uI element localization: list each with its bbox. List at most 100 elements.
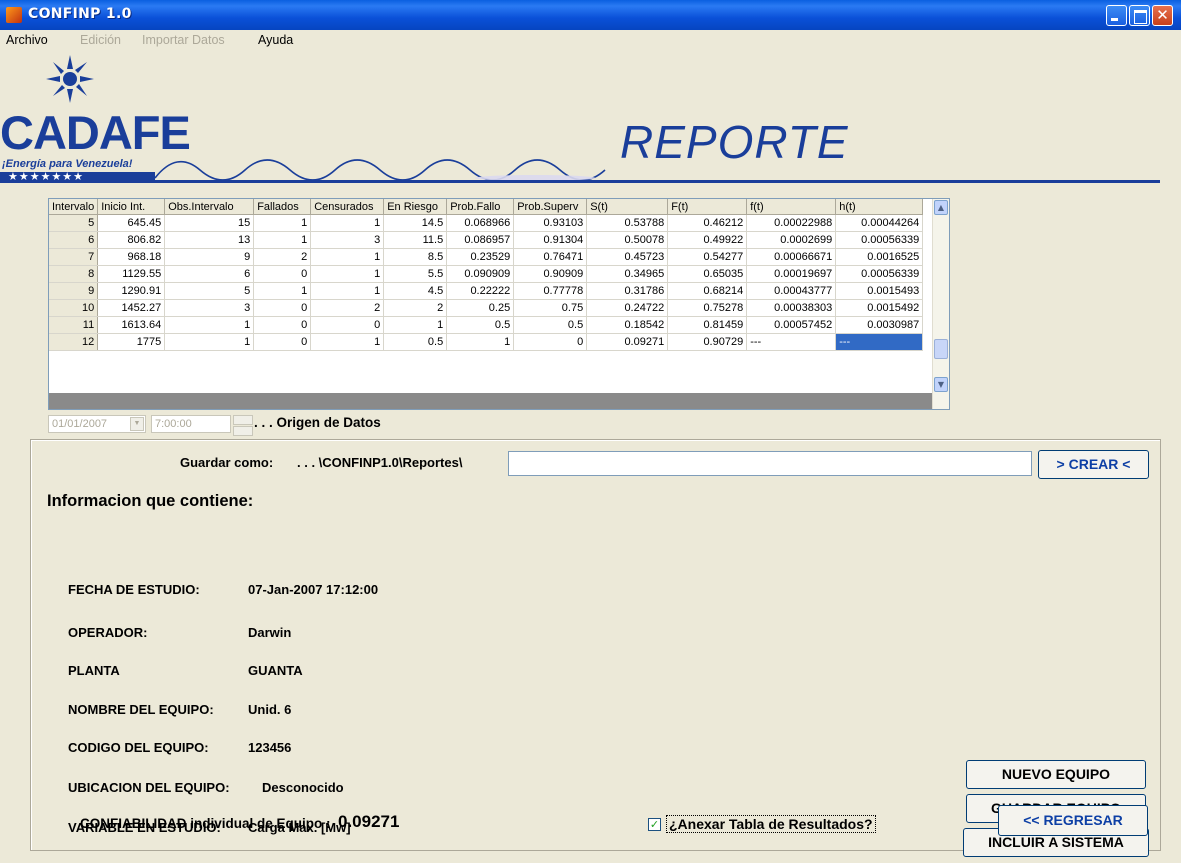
table-cell[interactable]: 0.0015492 <box>835 299 924 317</box>
table-cell[interactable]: 1 <box>310 282 385 300</box>
table-cell[interactable]: 1290.91 <box>97 282 166 300</box>
table-cell[interactable]: 0.90729 <box>667 333 748 351</box>
regresar-button[interactable]: << REGRESAR <box>998 805 1148 836</box>
table-cell[interactable]: 6 <box>164 265 255 283</box>
table-cell[interactable]: 0.49922 <box>667 231 748 249</box>
menu-importar-datos[interactable]: Importar Datos <box>142 33 225 47</box>
table-cell[interactable]: 0 <box>253 265 312 283</box>
table-cell[interactable]: 1775 <box>97 333 166 351</box>
table-row[interactable]: 5 645.45 15 1 1 14.5 0.068966 0.93103 0.53788 0.4… <box>49 214 924 232</box>
table-cell[interactable]: 5 <box>164 282 255 300</box>
table-cell[interactable]: 0.0030987 <box>835 316 924 334</box>
table-cell[interactable]: 0 <box>253 333 312 351</box>
spin-down-icon[interactable] <box>233 426 253 436</box>
table-cell[interactable]: 0.77778 <box>513 282 588 300</box>
table-cell[interactable]: 0.25 <box>446 299 515 317</box>
table-row[interactable]: 11 1613.64 1 0 0 1 0.5 0.5 0.18542 0.81459 0.00057… <box>49 316 924 334</box>
menu-ayuda[interactable]: Ayuda <box>258 33 293 47</box>
table-cell[interactable]: 8.5 <box>383 248 448 266</box>
table-cell[interactable]: 1 <box>310 333 385 351</box>
table-cell[interactable]: 0.75 <box>513 299 588 317</box>
table-cell[interactable]: 0.5 <box>383 333 448 351</box>
table-cell[interactable]: 0.0002699 <box>746 231 837 249</box>
table-cell[interactable]: 0.45723 <box>586 248 669 266</box>
table-cell[interactable]: 0.090909 <box>446 265 515 283</box>
table-cell[interactable]: 1 <box>253 214 312 232</box>
table-cell[interactable]: 0.34965 <box>586 265 669 283</box>
filename-input[interactable] <box>508 451 1032 476</box>
table-cell[interactable]: 0.00043777 <box>746 282 837 300</box>
anexar-label[interactable]: ¿Anexar Tabla de Resultados? <box>666 815 876 833</box>
table-cell[interactable]: 1 <box>164 316 255 334</box>
table-cell[interactable]: 0.81459 <box>667 316 748 334</box>
table-cell[interactable]: 0.068966 <box>446 214 515 232</box>
table-cell[interactable]: 0.76471 <box>513 248 588 266</box>
scroll-down-icon[interactable]: ▼ <box>934 377 948 392</box>
table-row[interactable]: 9 1290.91 5 1 1 4.5 0.22222 0.77778 0.31786 0.682… <box>49 282 924 300</box>
table-cell[interactable]: 0.65035 <box>667 265 748 283</box>
table-cell[interactable]: 1 <box>164 333 255 351</box>
table-row[interactable]: 8 1129.55 6 0 1 5.5 0.090909 0.90909 0.34965 0.65… <box>49 265 924 283</box>
scroll-thumb[interactable] <box>934 339 948 359</box>
table-cell[interactable]: 1 <box>253 282 312 300</box>
table-cell[interactable]: 0.00044264 <box>835 214 924 232</box>
table-cell[interactable]: 0.23529 <box>446 248 515 266</box>
table-cell[interactable]: 0.24722 <box>586 299 669 317</box>
table-cell[interactable]: 0.00056339 <box>835 265 924 283</box>
table-cell[interactable]: 1452.27 <box>97 299 166 317</box>
table-cell[interactable]: 3 <box>310 231 385 249</box>
table-cell[interactable]: 9 <box>164 248 255 266</box>
table-cell[interactable]: 0.90909 <box>513 265 588 283</box>
table-cell[interactable]: 5.5 <box>383 265 448 283</box>
menu-archivo[interactable]: Archivo <box>6 33 48 47</box>
table-row[interactable]: 7 968.18 9 2 1 8.5 0.23529 0.76471 0.45723 0.5427… <box>49 248 924 266</box>
date-picker[interactable]: 01/01/2007 ▼ <box>48 415 146 433</box>
table-cell[interactable]: 0.53788 <box>586 214 669 232</box>
table-cell[interactable]: 0.22222 <box>446 282 515 300</box>
table-cell[interactable]: 0.46212 <box>667 214 748 232</box>
table-cell[interactable]: 1 <box>310 265 385 283</box>
table-cell[interactable]: 4.5 <box>383 282 448 300</box>
close-button[interactable]: ✕ <box>1152 5 1173 26</box>
table-cell[interactable]: 1129.55 <box>97 265 166 283</box>
menu-edicion[interactable]: Edición <box>80 33 121 47</box>
table-cell[interactable]: 0.00066671 <box>746 248 837 266</box>
table-cell[interactable]: 645.45 <box>97 214 166 232</box>
table-cell[interactable]: 1613.64 <box>97 316 166 334</box>
table-cell[interactable]: 0.00019697 <box>746 265 837 283</box>
chevron-down-icon[interactable]: ▼ <box>130 417 144 431</box>
vertical-scrollbar[interactable]: ▲ ▼ <box>932 199 949 409</box>
table-cell[interactable]: 0.93103 <box>513 214 588 232</box>
table-cell[interactable]: 1 <box>446 333 515 351</box>
table-cell[interactable]: 2 <box>310 299 385 317</box>
table-cell[interactable]: 0.5 <box>513 316 588 334</box>
table-cell[interactable]: 0 <box>513 333 588 351</box>
table-cell[interactable]: 1 <box>310 214 385 232</box>
table-cell[interactable]: 0.00056339 <box>835 231 924 249</box>
table-cell[interactable]: --- <box>746 333 837 351</box>
table-cell[interactable]: 0 <box>253 316 312 334</box>
table-cell[interactable]: 0 <box>310 316 385 334</box>
results-table[interactable]: Intervalo Inicio Int. Obs.Intervalo Fallado… <box>48 198 950 410</box>
nuevo-equipo-button[interactable]: NUEVO EQUIPO <box>966 760 1146 789</box>
table-cell[interactable]: 0.31786 <box>586 282 669 300</box>
table-row[interactable]: 12 1775 1 0 1 0.5 1 0 0.09271 0.90729 --- --- <box>49 333 924 351</box>
table-cell[interactable]: 968.18 <box>97 248 166 266</box>
minimize-button[interactable] <box>1106 5 1127 26</box>
table-cell[interactable]: 0.0016525 <box>835 248 924 266</box>
maximize-button[interactable] <box>1129 5 1150 26</box>
table-cell[interactable]: 0.75278 <box>667 299 748 317</box>
time-spinner[interactable] <box>233 415 253 436</box>
table-cell[interactable]: 15 <box>164 214 255 232</box>
spin-up-icon[interactable] <box>233 415 253 425</box>
crear-button[interactable]: > CREAR < <box>1038 450 1149 479</box>
table-cell[interactable]: 0.91304 <box>513 231 588 249</box>
table-cell[interactable]: 0.09271 <box>586 333 669 351</box>
table-cell[interactable]: 2 <box>253 248 312 266</box>
table-cell[interactable]: 0.00022988 <box>746 214 837 232</box>
table-cell[interactable]: 1 <box>253 231 312 249</box>
table-cell[interactable]: 13 <box>164 231 255 249</box>
table-cell[interactable]: 1 <box>383 316 448 334</box>
table-cell[interactable]: 0.0015493 <box>835 282 924 300</box>
table-cell[interactable]: 0.00057452 <box>746 316 837 334</box>
